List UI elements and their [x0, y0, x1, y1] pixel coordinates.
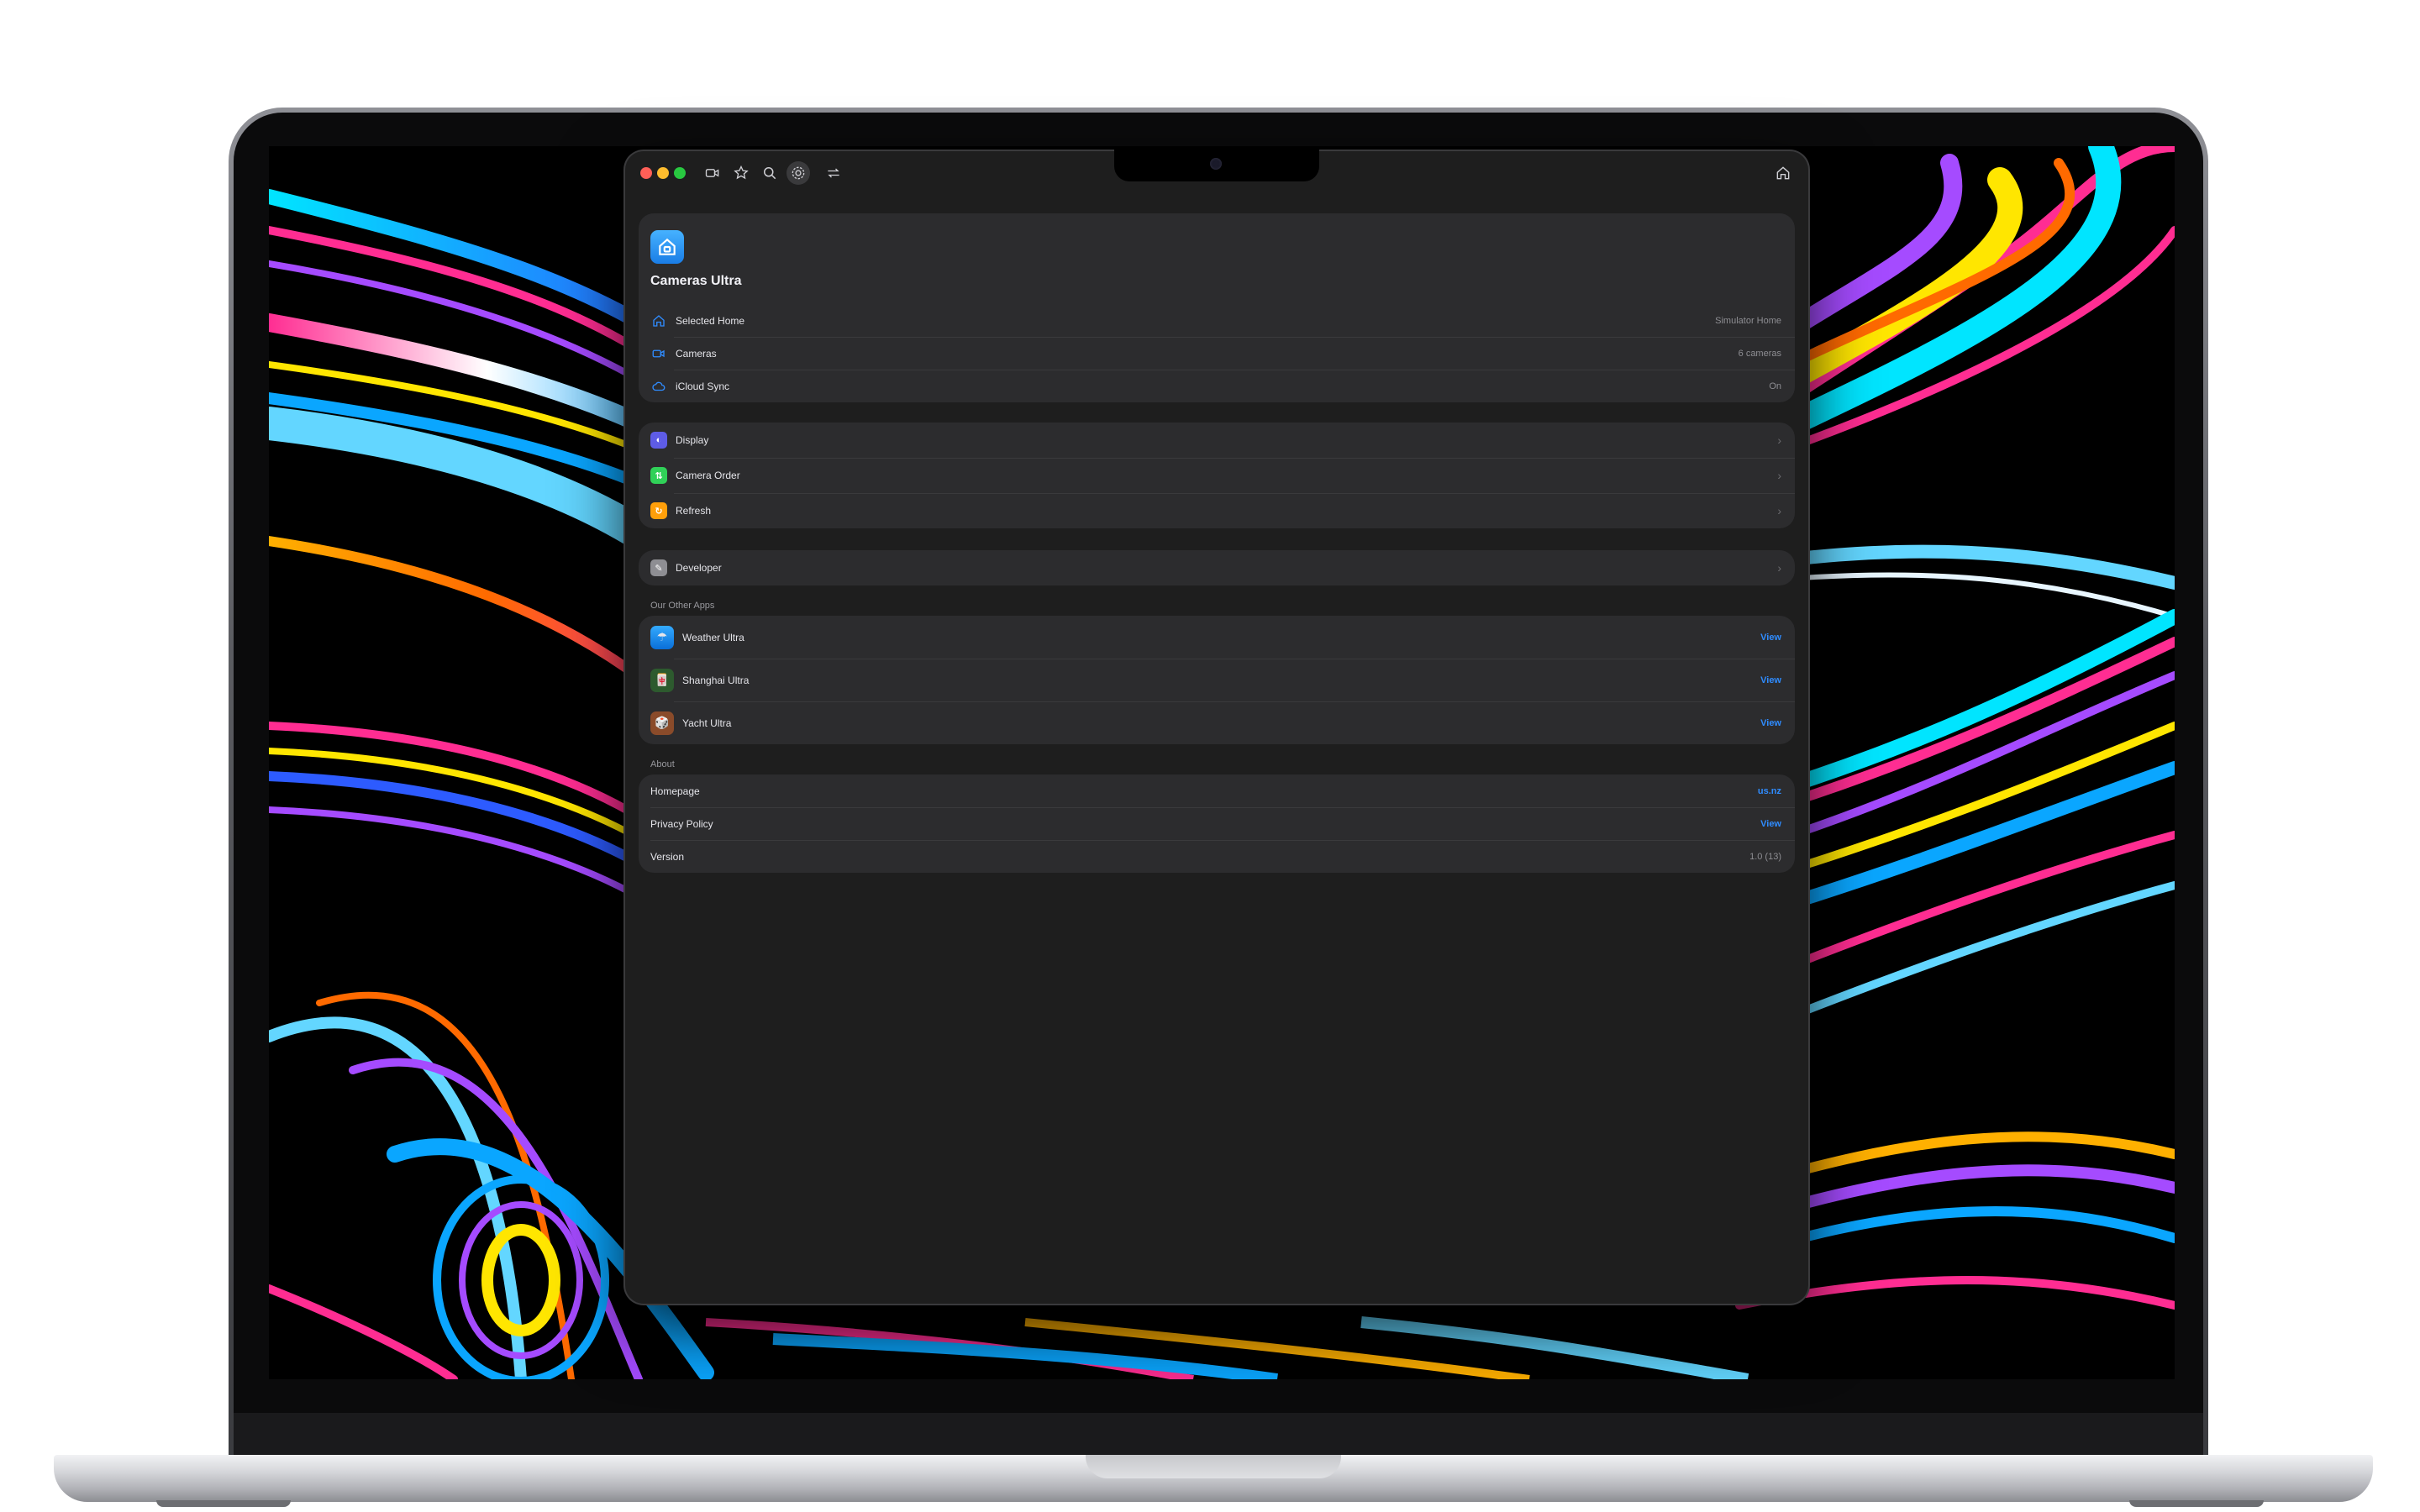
chevron-right-icon: › [1777, 433, 1781, 447]
summary-row-value: Simulator Home [1715, 315, 1781, 326]
close-window-button[interactable] [640, 167, 652, 179]
about-row-version: Version 1.0 (13) [639, 840, 1795, 873]
about-row-privacy-policy[interactable]: Privacy Policy View [639, 807, 1795, 840]
laptop-opening-notch [1086, 1455, 1341, 1478]
video-icon [650, 345, 667, 362]
app-header: Cameras Ultra [639, 213, 1795, 292]
chevron-right-icon: › [1777, 504, 1781, 517]
other-app-row-yacht-ultra[interactable]: 🎲 Yacht Ultra View [639, 701, 1795, 744]
settings-row-refresh[interactable]: ↻ Refresh › [639, 493, 1795, 528]
homepage-link[interactable]: us.nz [1758, 786, 1781, 796]
app-title: Cameras Ultra [650, 274, 742, 288]
other-app-row-shanghai-ultra[interactable]: 🀄 Shanghai Ultra View [639, 659, 1795, 701]
summary-row-selected-home[interactable]: Selected Home Simulator Home [639, 304, 1795, 337]
app-icon [650, 230, 684, 264]
other-app-label: Shanghai Ultra [682, 674, 750, 686]
settings-row-developer[interactable]: ✎ Developer › [639, 550, 1795, 585]
about-row-label: Privacy Policy [650, 817, 713, 830]
about-row-label: Homepage [650, 785, 700, 797]
settings-row-camera-order[interactable]: ⇅ Camera Order › [639, 458, 1795, 493]
settings-row-label: Refresh [676, 505, 712, 517]
app-window: Cameras Ultra Selected Home Simulator Ho… [625, 151, 1808, 1304]
star-icon[interactable] [729, 161, 753, 185]
about-row-homepage[interactable]: Homepage us.nz [639, 774, 1795, 807]
webcam [1210, 158, 1222, 170]
settings-card: ◐ Display › ⇅ Camera Order › ↻ Refresh › [639, 423, 1795, 528]
other-app-label: Yacht Ultra [682, 717, 732, 729]
summary-row-cameras[interactable]: Cameras 6 cameras [639, 337, 1795, 370]
laptop-foot-right [2129, 1500, 2264, 1507]
version-value: 1.0 (13) [1749, 851, 1781, 862]
maximize-window-button[interactable] [674, 167, 686, 179]
laptop-base [54, 1455, 2373, 1502]
view-app-link[interactable]: View [1760, 675, 1781, 685]
swap-icon[interactable] [822, 161, 845, 185]
cloud-icon [650, 378, 667, 395]
shanghai-ultra-app-icon: 🀄 [650, 668, 674, 692]
settings-row-label: Camera Order [676, 470, 740, 481]
other-app-row-weather-ultra[interactable]: ☂ Weather Ultra View [639, 616, 1795, 659]
minimize-window-button[interactable] [657, 167, 669, 179]
settings-row-label: Display [676, 434, 709, 446]
order-icon: ⇅ [650, 467, 667, 484]
settings-content: Cameras Ultra Selected Home Simulator Ho… [639, 213, 1795, 873]
privacy-policy-link[interactable]: View [1760, 819, 1781, 829]
chevron-right-icon: › [1777, 561, 1781, 575]
about-row-label: Version [650, 850, 685, 863]
refresh-icon: ↻ [650, 502, 667, 519]
weather-ultra-app-icon: ☂ [650, 625, 674, 649]
settings-row-display[interactable]: ◐ Display › [639, 423, 1795, 458]
developer-icon: ✎ [650, 559, 667, 576]
home-icon[interactable] [1771, 161, 1795, 185]
about-card: Homepage us.nz Privacy Policy View Versi… [639, 774, 1795, 873]
summary-row-icloud-sync[interactable]: iCloud Sync On [639, 370, 1795, 402]
other-apps-card: ☂ Weather Ultra View 🀄 Shanghai Ultra Vi… [639, 616, 1795, 744]
other-app-label: Weather Ultra [682, 631, 744, 643]
display-icon: ◐ [650, 432, 667, 449]
app-summary-card: Cameras Ultra Selected Home Simulator Ho… [639, 213, 1795, 402]
other-apps-section-title: Our Other Apps [650, 601, 715, 611]
gear-icon[interactable] [786, 161, 810, 185]
search-icon[interactable] [758, 161, 781, 185]
summary-row-label: Selected Home [676, 314, 745, 327]
video-icon[interactable] [701, 161, 724, 185]
chevron-right-icon: › [1777, 469, 1781, 482]
developer-card: ✎ Developer › [639, 550, 1795, 585]
view-app-link[interactable]: View [1760, 633, 1781, 643]
laptop-foot-left [156, 1500, 291, 1507]
summary-row-value: 6 cameras [1738, 348, 1781, 359]
view-app-link[interactable]: View [1760, 718, 1781, 728]
summary-row-value: On [1769, 381, 1781, 391]
camera-notch [1114, 150, 1319, 181]
house-icon [650, 312, 667, 329]
summary-row-label: Cameras [676, 347, 717, 360]
settings-row-label: Developer [676, 562, 722, 574]
about-section-title: About [650, 759, 675, 769]
yacht-ultra-app-icon: 🎲 [650, 711, 674, 735]
summary-row-label: iCloud Sync [676, 380, 730, 392]
